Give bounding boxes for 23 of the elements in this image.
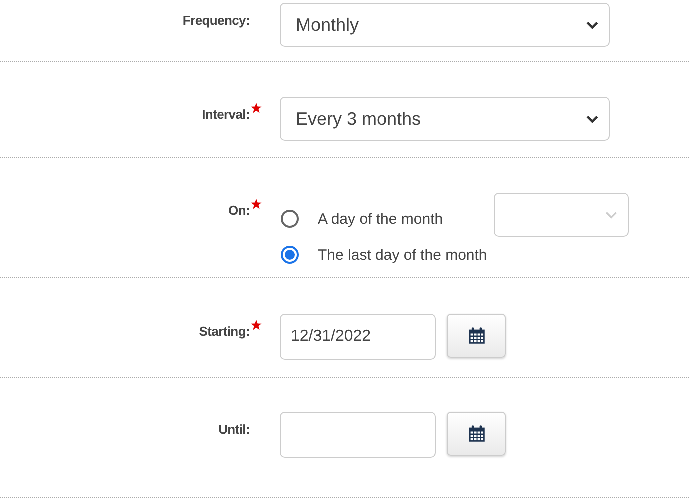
required-icon <box>251 320 262 331</box>
calendar-button[interactable] <box>447 412 506 456</box>
field-label: On: <box>228 203 250 218</box>
field-label: Starting: <box>199 324 250 339</box>
radio-button[interactable] <box>281 246 299 264</box>
date-input-field[interactable] <box>280 412 436 458</box>
field-label: Interval: <box>202 107 250 122</box>
field-label: Until: <box>218 422 250 437</box>
date-input-field[interactable]: 12/31/2022 <box>280 314 436 360</box>
radio-label: A day of the month <box>318 210 444 228</box>
radio-button[interactable] <box>281 210 299 228</box>
chevron-down-icon <box>586 114 599 124</box>
calendar-button[interactable] <box>447 314 506 358</box>
radio-label: The last day of the month <box>318 246 488 264</box>
calendar-icon <box>468 425 486 443</box>
dropdown-field[interactable]: Monthly <box>280 3 610 47</box>
calendar-icon <box>468 327 486 345</box>
field-label: Frequency: <box>182 13 250 28</box>
dropdown-field[interactable]: Every 3 months <box>280 97 610 141</box>
chevron-down-icon <box>605 210 618 220</box>
chevron-down-icon <box>586 20 599 30</box>
required-icon <box>251 199 262 210</box>
required-icon <box>251 103 262 114</box>
